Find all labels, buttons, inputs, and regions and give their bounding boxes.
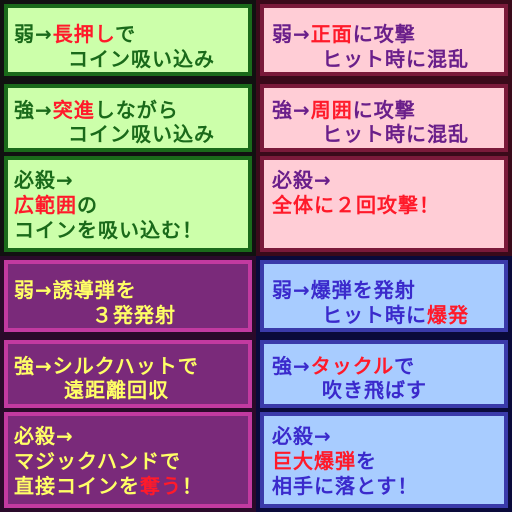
blue-strong-line2: 吹き飛ばす — [322, 378, 427, 402]
green-special-line1: 必殺→ — [14, 168, 74, 192]
pink-weak-line2: ヒット時に混乱 — [322, 47, 469, 71]
green-special-line2: 広範囲の — [14, 193, 98, 217]
pink-panel: 弱→正面に攻撃 ヒット時に混乱 強→周囲に攻撃 ヒット時に混乱 必殺→ 全体に２… — [256, 0, 512, 256]
purple-card-strong: 強→シルクハットで 遠距離回収 — [4, 340, 252, 408]
green-special-line3: コインを吸い込む！ — [14, 218, 203, 242]
green-card-special: 必殺→ 広範囲の コインを吸い込む！ — [4, 156, 252, 252]
pink-special-line1: 必殺→ — [272, 168, 332, 192]
blue-special-line2: 巨大爆弾を — [272, 449, 377, 473]
purple-weak-line1: 弱→誘導弾を — [14, 278, 137, 302]
purple-panel: 弱→誘導弾を ３発発射 強→シルクハットで 遠距離回収 必殺→ マジックハンドで… — [0, 256, 256, 512]
pink-weak-line1: 弱→正面に攻撃 — [272, 22, 416, 46]
green-card-weak: 弱→長押しで コイン吸い込み — [4, 4, 252, 76]
green-strong-line2: コイン吸い込み — [68, 122, 215, 146]
blue-card-special: 必殺→ 巨大爆弾を 相手に落とす！ — [260, 412, 508, 508]
purple-strong-line1: 強→シルクハットで — [14, 354, 199, 378]
blue-card-weak: 弱→爆弾を発射 ヒット時に爆発 — [260, 260, 508, 332]
blue-weak-line2: ヒット時に爆発 — [322, 303, 469, 327]
pink-strong-line2: ヒット時に混乱 — [322, 122, 469, 146]
purple-special-line1: 必殺→ — [14, 424, 74, 448]
purple-card-weak: 弱→誘導弾を ３発発射 — [4, 260, 252, 332]
pink-card-special: 必殺→ 全体に２回攻撃！ — [260, 156, 508, 252]
pink-card-strong: 強→周囲に攻撃 ヒット時に混乱 — [260, 84, 508, 152]
pink-strong-line1: 強→周囲に攻撃 — [272, 98, 416, 122]
green-strong-line1: 強→突進しながら — [14, 98, 179, 122]
purple-weak-line2: ３発発射 — [92, 303, 176, 327]
blue-panel: 弱→爆弾を発射 ヒット時に爆発 強→タックルで 吹き飛ばす 必殺→ 巨大爆弾を … — [256, 256, 512, 512]
purple-special-line2: マジックハンドで — [14, 449, 181, 473]
pink-card-weak: 弱→正面に攻撃 ヒット時に混乱 — [260, 4, 508, 76]
pink-special-line2: 全体に２回攻撃！ — [272, 193, 440, 217]
purple-card-special: 必殺→ マジックハンドで 直接コインを奪う！ — [4, 412, 252, 508]
green-card-strong: 強→突進しながら コイン吸い込み — [4, 84, 252, 152]
green-weak-line1: 弱→長押しで — [14, 22, 137, 46]
blue-strong-line1: 強→タックルで — [272, 354, 416, 378]
blue-card-strong: 強→タックルで 吹き飛ばす — [260, 340, 508, 408]
purple-special-line3: 直接コインを奪う！ — [14, 474, 203, 498]
blue-weak-line1: 弱→爆弾を発射 — [272, 278, 416, 302]
blue-special-line3: 相手に落とす！ — [272, 474, 419, 498]
purple-strong-line2: 遠距離回収 — [64, 378, 169, 402]
blue-special-line1: 必殺→ — [272, 424, 332, 448]
green-weak-line2: コイン吸い込み — [68, 47, 215, 71]
green-panel: 弱→長押しで コイン吸い込み 強→突進しながら コイン吸い込み 必殺→ 広範囲の… — [0, 0, 256, 256]
